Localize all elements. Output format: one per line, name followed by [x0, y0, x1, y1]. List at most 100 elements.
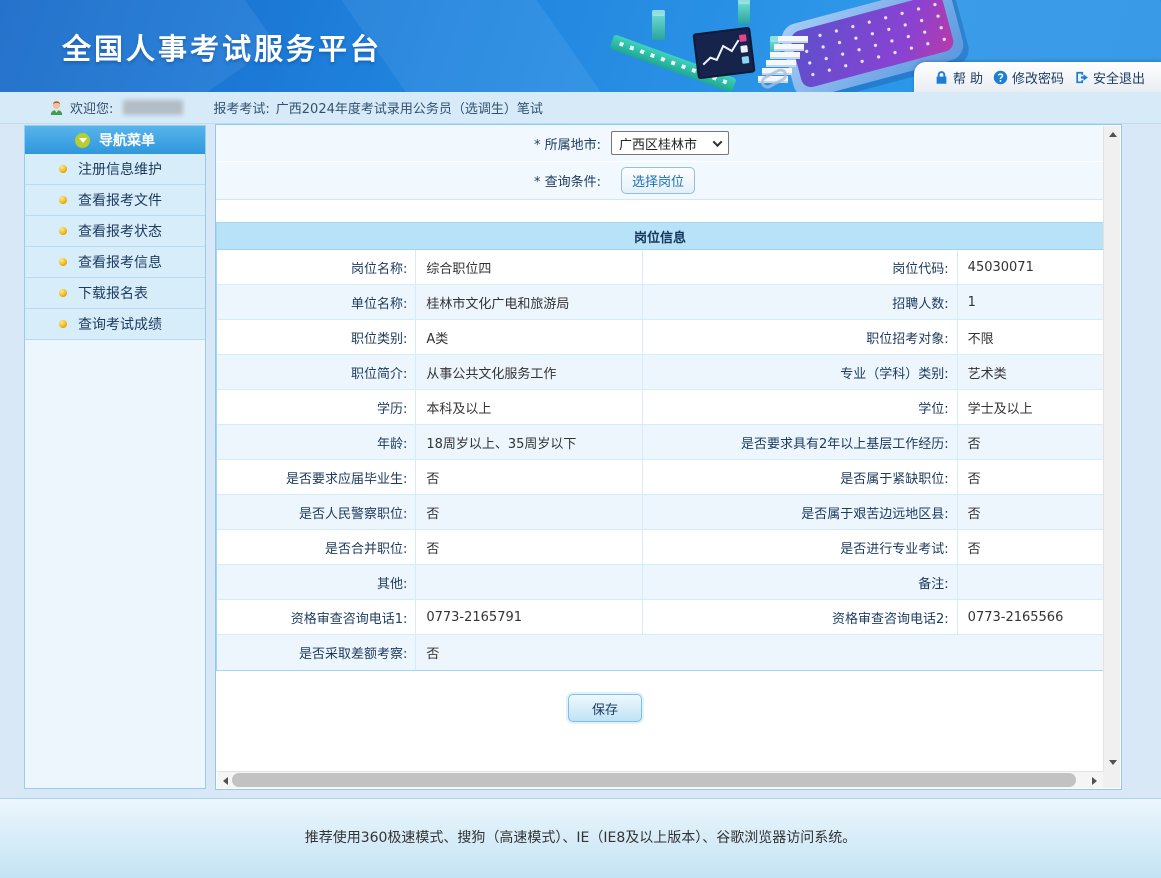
nav-menu-header[interactable]: 导航菜单	[25, 126, 205, 154]
table-value-cell: 不限	[958, 320, 1103, 354]
table-value-cell: 否	[416, 530, 643, 564]
city-form-row: * 所属地市: 广西区桂林市	[216, 125, 1104, 162]
table-label-cell: 单位名称:	[217, 285, 416, 319]
sidebar-item-label: 注册信息维护	[78, 159, 162, 179]
bullet-icon	[59, 258, 67, 266]
table-label-cell: 其他:	[217, 565, 416, 599]
table-value-cell: 本科及以上	[416, 390, 643, 424]
horizontal-scroll-thumb[interactable]	[232, 773, 1076, 787]
table-row: 是否合并职位: 否 是否进行专业考试: 否	[217, 530, 1103, 565]
table-label-cell: 岗位代码:	[643, 250, 958, 284]
table-row: 是否采取差额考察: 否	[217, 635, 1103, 670]
change-password-link[interactable]: 修改密码	[993, 68, 1064, 87]
table-label-cell: 年龄:	[217, 425, 416, 459]
sidebar-item-exam-info[interactable]: 查看报考信息	[25, 247, 205, 278]
job-table-title: 岗位信息	[217, 223, 1103, 250]
query-form-row: * 查询条件: 选择岗位	[216, 162, 1104, 200]
city-label: * 所属地市:	[216, 134, 601, 153]
job-info-table: 岗位信息 岗位名称: 综合职位四 岗位代码: 45030071 单位名称: 桂林…	[216, 222, 1104, 671]
save-button[interactable]: 保存	[568, 694, 642, 722]
main-panel: * 所属地市: 广西区桂林市 * 查询条件: 选择岗位 岗位信息 岗位名称: 综…	[215, 124, 1122, 790]
table-value-cell: 否	[958, 530, 1103, 564]
user-name-redacted	[123, 100, 183, 115]
table-value-cell: 否	[416, 460, 643, 494]
header-links-tab: 帮 助 修改密码 安全退出	[914, 62, 1161, 92]
logout-link[interactable]: 安全退出	[1074, 68, 1145, 87]
table-value-cell: 否	[416, 495, 643, 529]
greeting-label: 欢迎您:	[70, 98, 113, 117]
change-password-label: 修改密码	[1012, 68, 1064, 87]
table-label-cell: 是否合并职位:	[217, 530, 416, 564]
table-row: 学历: 本科及以上 学位: 学士及以上	[217, 390, 1103, 425]
bullet-icon	[59, 196, 67, 204]
bullet-icon	[59, 320, 67, 328]
table-label-cell: 是否要求具有2年以上基层工作经历:	[643, 425, 958, 459]
table-row: 岗位名称: 综合职位四 岗位代码: 45030071	[217, 250, 1103, 285]
table-value-cell: 艺术类	[958, 355, 1103, 389]
bullet-icon	[59, 227, 67, 235]
scroll-right-button[interactable]	[1086, 772, 1103, 789]
table-row: 单位名称: 桂林市文化广电和旅游局 招聘人数: 1	[217, 285, 1103, 320]
help-link[interactable]: 帮 助	[934, 68, 983, 87]
select-position-button[interactable]: 选择岗位	[621, 167, 695, 194]
chevron-down-icon	[713, 137, 723, 147]
page-footer: 推荐使用360极速模式、搜狗（高速模式）、IE（IE8及以上版本）、谷歌浏览器访…	[0, 798, 1161, 878]
table-label-cell: 是否属于紧缺职位:	[643, 460, 958, 494]
table-value-cell: 0773-2165791	[416, 600, 643, 634]
table-label-cell: 是否要求应届毕业生:	[217, 460, 416, 494]
table-label-cell: 资格审查咨询电话1:	[217, 600, 416, 634]
panel-content: * 所属地市: 广西区桂林市 * 查询条件: 选择岗位 岗位信息 岗位名称: 综…	[216, 125, 1104, 772]
sidebar-item-label: 查看报考状态	[78, 221, 162, 241]
table-value-cell: 45030071	[958, 250, 1103, 284]
table-value-cell: 0773-2165566	[958, 600, 1103, 634]
sidebar-item-label: 下载报名表	[78, 283, 148, 303]
nav-menu-title: 导航菜单	[99, 130, 155, 150]
illustration-pillar	[652, 14, 665, 40]
table-row: 其他: 备注:	[217, 565, 1103, 600]
sidebar-item-download-form[interactable]: 下载报名表	[25, 278, 205, 309]
table-label-cell: 是否采取差额考察:	[217, 635, 416, 670]
sidebar-item-label: 查看报考信息	[78, 252, 162, 272]
table-label-cell: 招聘人数:	[643, 285, 958, 319]
sidebar-item-exam-status[interactable]: 查看报考状态	[25, 216, 205, 247]
exam-label: 报考考试:	[213, 98, 269, 117]
illustration-monitor	[692, 27, 755, 80]
table-row: 职位简介: 从事公共文化服务工作 专业（学科）类别: 艺术类	[217, 355, 1103, 390]
table-label-cell: 职位简介:	[217, 355, 416, 389]
scroll-up-button[interactable]	[1104, 126, 1121, 143]
sidebar-item-register-info[interactable]: 注册信息维护	[25, 154, 205, 185]
logout-label: 安全退出	[1093, 68, 1145, 87]
table-label-cell: 职位类别:	[217, 320, 416, 354]
lock-icon	[934, 70, 949, 85]
table-label-cell: 岗位名称:	[217, 250, 416, 284]
table-label-cell: 是否人民警察职位:	[217, 495, 416, 529]
table-label-cell: 备注:	[643, 565, 958, 599]
sidebar-item-exam-scores[interactable]: 查询考试成绩	[25, 309, 205, 340]
user-avatar-icon	[48, 99, 65, 116]
scrollbar-corner	[1103, 771, 1120, 788]
help-link-label: 帮 助	[953, 68, 983, 87]
chevron-down-icon	[75, 133, 90, 148]
table-value-cell: 从事公共文化服务工作	[416, 355, 643, 389]
table-label-cell: 是否进行专业考试:	[643, 530, 958, 564]
table-value-cell: 否	[958, 460, 1103, 494]
table-value-cell	[958, 565, 1103, 599]
table-value-cell: 18周岁以上、35周岁以下	[416, 425, 643, 459]
vertical-scrollbar[interactable]	[1103, 126, 1120, 771]
scroll-down-button[interactable]	[1104, 754, 1121, 771]
table-value-cell: 否	[958, 495, 1103, 529]
city-select[interactable]: 广西区桂林市	[611, 131, 729, 155]
table-label-cell: 学历:	[217, 390, 416, 424]
welcome-bar: 欢迎您: 报考考试: 广西2024年度考试录用公务员（选调生）笔试	[0, 92, 1161, 124]
illustration-pillar	[738, 2, 750, 24]
sidebar-item-label: 查询考试成绩	[78, 314, 162, 334]
exam-name: 广西2024年度考试录用公务员（选调生）笔试	[276, 98, 543, 117]
logout-icon	[1074, 70, 1089, 85]
bullet-icon	[59, 165, 67, 173]
table-label-cell: 资格审查咨询电话2:	[643, 600, 958, 634]
sidebar: 导航菜单 注册信息维护 查看报考文件 查看报考状态 查看报考信息 下载报名表 查…	[24, 125, 206, 789]
sidebar-item-exam-files[interactable]: 查看报考文件	[25, 185, 205, 216]
bullet-icon	[59, 289, 67, 297]
table-value-cell: 否	[416, 635, 1103, 670]
horizontal-scrollbar[interactable]	[217, 771, 1103, 788]
